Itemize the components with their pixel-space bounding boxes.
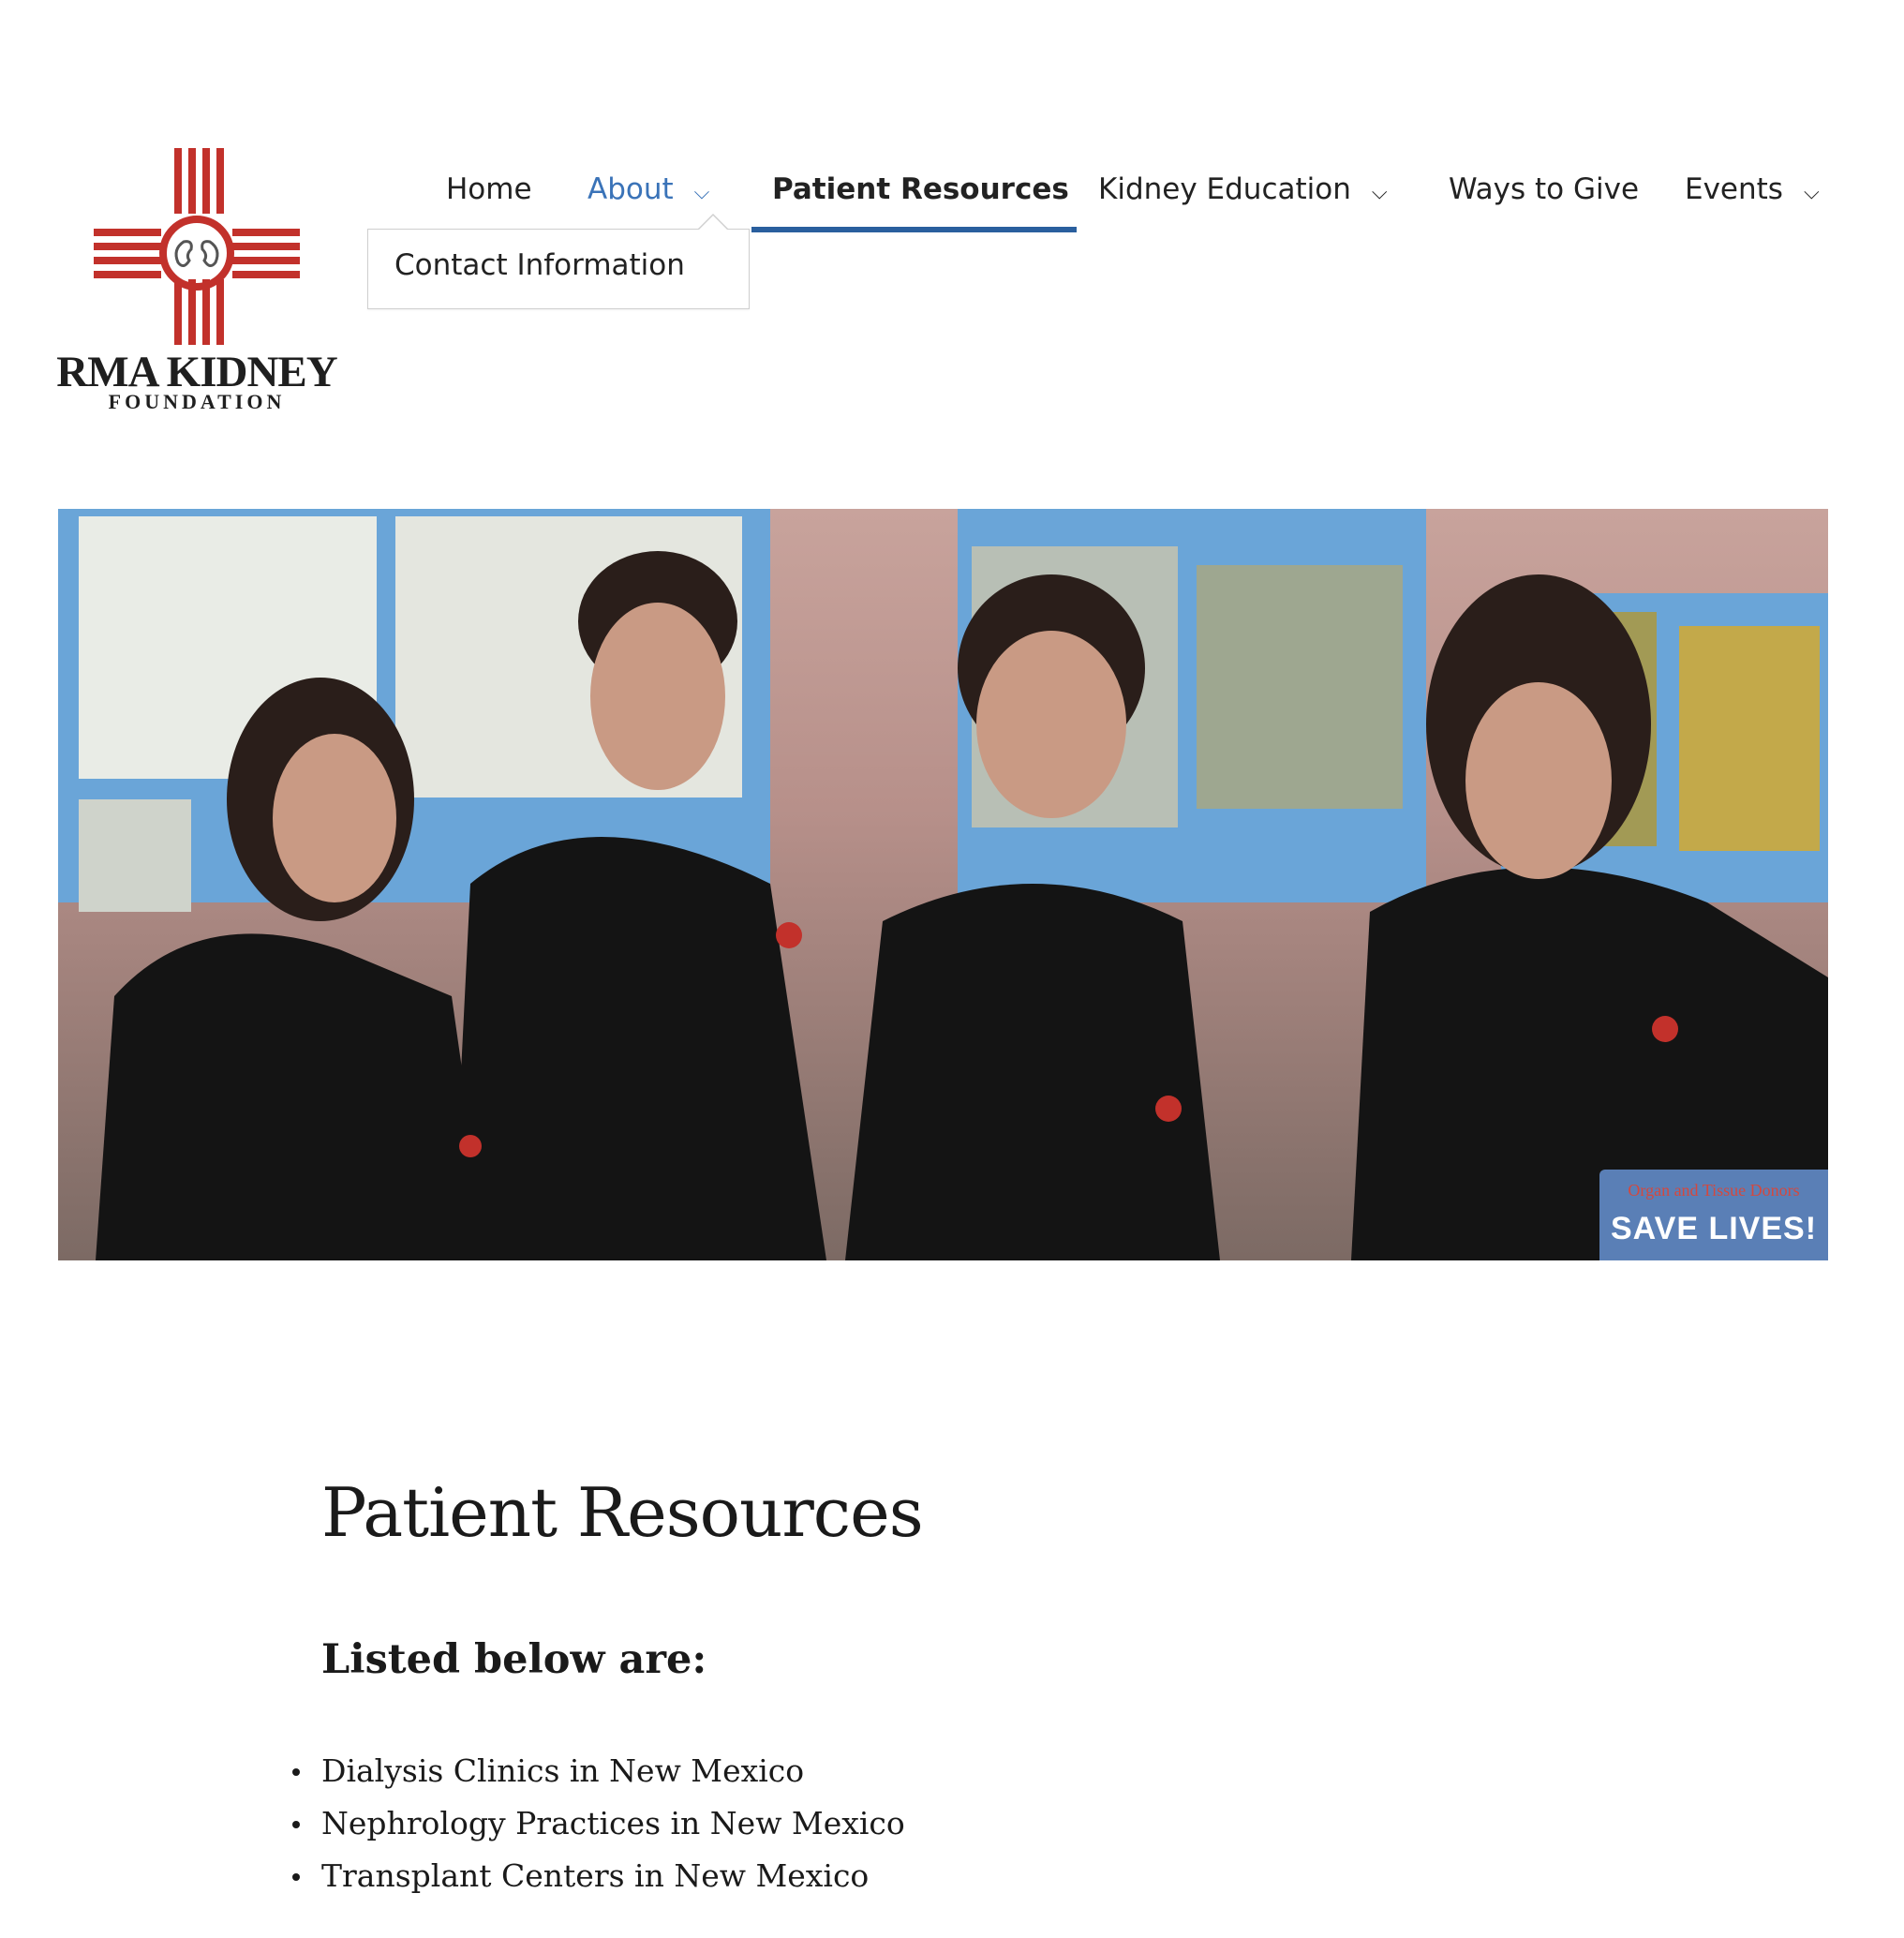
nav-item-label: Patient Resources (772, 172, 1069, 206)
nav-item-home[interactable]: Home (446, 167, 532, 232)
nav-item-label: About (588, 172, 674, 206)
nav-item-label: Kidney Education (1098, 172, 1351, 206)
page-title: Patient Resources (321, 1473, 924, 1552)
nav-item-about[interactable]: About ⌵ (588, 167, 709, 232)
about-dropdown-menu: Contact Information (367, 229, 750, 309)
section-subheading: Listed below are: (321, 1636, 707, 1683)
main-navigation: Home About ⌵ Patient Resources Kidney Edu… (0, 167, 1904, 232)
nav-item-events[interactable]: Events ⌵ (1685, 167, 1820, 232)
nav-item-label: Home (446, 172, 532, 206)
hero-image: Organ and Tissue Donors SAVE LIVES! (58, 509, 1828, 1260)
list-item: Transplant Centers in New Mexico (292, 1850, 905, 1902)
current-page-indicator (751, 227, 1077, 232)
nav-item-patient-resources[interactable]: Patient Resources (772, 167, 1069, 232)
dropdown-pointer-fill (699, 216, 727, 230)
sign-text-main: SAVE LIVES! (1610, 1211, 1818, 1246)
resource-list: Dialysis Clinics in New Mexico Nephrolog… (292, 1745, 905, 1902)
chevron-down-icon[interactable]: ⌵ (1372, 171, 1388, 216)
nav-item-kidney-education[interactable]: Kidney Education ⌵ (1098, 167, 1388, 232)
nav-item-ways-to-give[interactable]: Ways to Give (1449, 167, 1639, 232)
chevron-down-icon[interactable]: ⌵ (694, 171, 710, 216)
save-lives-sign: Organ and Tissue Donors SAVE LIVES! (1599, 1170, 1828, 1260)
logo-text-line2: FOUNDATION (108, 390, 286, 413)
nav-item-label: Events (1685, 172, 1783, 206)
dropdown-item-contact-information[interactable]: Contact Information (394, 248, 685, 282)
sign-text-top: Organ and Tissue Donors (1628, 1181, 1800, 1200)
list-item: Dialysis Clinics in New Mexico (292, 1745, 905, 1797)
team-photo-illustration (58, 509, 1828, 1260)
list-item: Nephrology Practices in New Mexico (292, 1797, 905, 1850)
chevron-down-icon[interactable]: ⌵ (1804, 171, 1820, 216)
nav-item-label: Ways to Give (1449, 172, 1640, 206)
